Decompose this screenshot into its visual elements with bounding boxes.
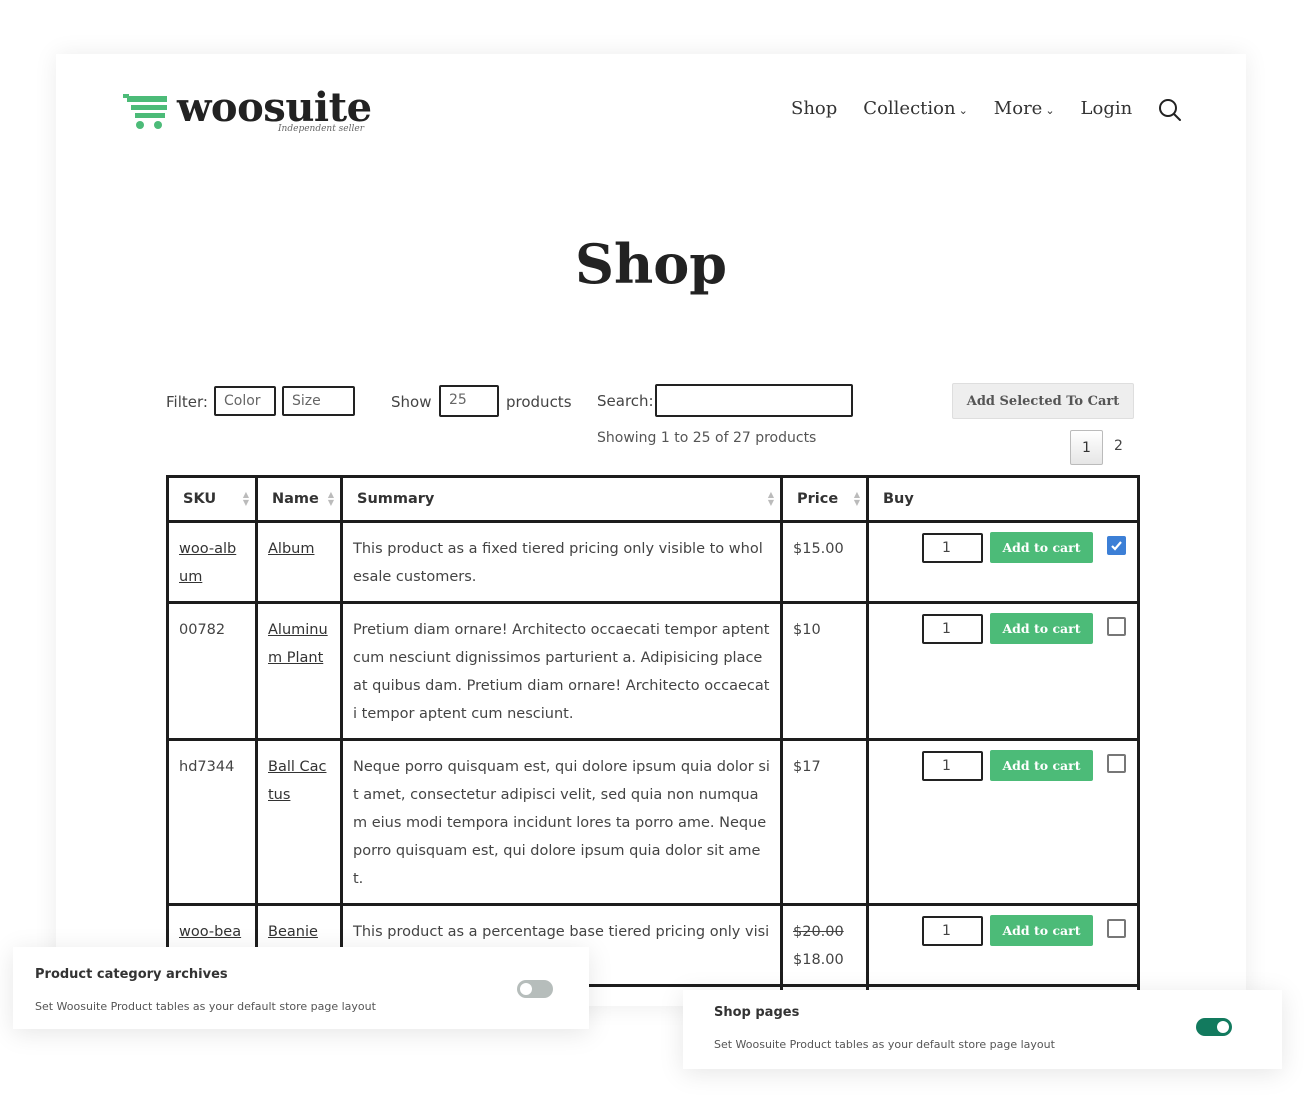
- sku-cell: 00782: [166, 601, 258, 741]
- panel-title: Shop pages: [714, 1005, 800, 1020]
- select-checkbox[interactable]: [1107, 536, 1126, 555]
- price-cell: $15.00: [780, 520, 869, 604]
- search-label: Search:: [597, 392, 654, 410]
- products-label: products: [506, 393, 572, 411]
- pagination-page-1[interactable]: 1: [1070, 430, 1103, 465]
- buy-cell: 1 Add to cart: [866, 903, 1140, 987]
- cart-logo-icon: [123, 94, 167, 129]
- panel-title: Product category archives: [35, 967, 228, 982]
- nav-more-label: More: [993, 98, 1043, 119]
- price-cell: $20.00 $18.00: [780, 903, 869, 987]
- name-cell: Album: [255, 520, 343, 604]
- sku-text: hd7344: [179, 759, 235, 775]
- add-selected-to-cart-button[interactable]: Add Selected To Cart: [952, 383, 1134, 419]
- main-nav: Shop Collection ⌄ More ⌄ Login: [791, 98, 1158, 119]
- nav-item-more[interactable]: More ⌄: [994, 98, 1055, 119]
- buy-cell: 1 Add to cart: [866, 520, 1140, 604]
- chevron-down-icon: ⌄: [958, 104, 968, 117]
- price-cell: $10: [780, 601, 869, 741]
- brand-tagline: Independent seller: [278, 124, 365, 134]
- buy-cell: 1 Add to cart: [866, 738, 1140, 906]
- price: $17: [793, 759, 821, 775]
- nav-item-shop[interactable]: Shop: [791, 98, 837, 119]
- nav-shop-label: Shop: [791, 98, 838, 119]
- product-table: SKU ▲ ▼ Name ▲ ▼ Summary ▲ ▼ Price ▲ ▼ Buy woo-a…: [166, 475, 1140, 1006]
- add-to-cart-button[interactable]: Add to cart: [990, 915, 1093, 946]
- filter-size-select[interactable]: Size: [282, 386, 355, 416]
- nav-item-login[interactable]: Login: [1081, 98, 1133, 119]
- page-title: Shop: [574, 232, 728, 296]
- page-card: woosuite Independent seller Shop Collect…: [56, 54, 1246, 1006]
- nav-login-label: Login: [1080, 98, 1133, 119]
- select-checkbox[interactable]: [1107, 617, 1126, 636]
- pagination-page-2[interactable]: 2: [1114, 438, 1123, 454]
- col-header-summary[interactable]: Summary ▲ ▼: [340, 475, 783, 523]
- category-archives-toggle[interactable]: [517, 980, 553, 998]
- sku-link[interactable]: woo-album: [179, 541, 236, 585]
- nav-collection-label: Collection: [863, 98, 956, 119]
- add-to-cart-button[interactable]: Add to cart: [990, 750, 1093, 781]
- summary-cell: Pretium diam ornare! Architecto occaecat…: [340, 601, 783, 741]
- buy-cell: 1 Add to cart: [866, 601, 1140, 741]
- page-size-select[interactable]: 25: [439, 385, 499, 417]
- price: $15.00: [793, 541, 844, 557]
- showing-count: Showing 1 to 25 of 27 products: [597, 430, 817, 446]
- quantity-input[interactable]: 1: [922, 533, 983, 563]
- show-label: Show: [391, 393, 432, 411]
- quantity-input[interactable]: 1: [922, 614, 983, 644]
- price: $10: [793, 622, 821, 638]
- price-cell: $17: [780, 738, 869, 906]
- col-header-sku[interactable]: SKU ▲ ▼: [166, 475, 258, 523]
- sort-icon: ▲ ▼: [242, 490, 249, 507]
- sort-icon: ▲ ▼: [327, 490, 334, 507]
- sku-text: 00782: [179, 622, 226, 638]
- panel-description: Set Woosuite Product tables as your defa…: [35, 1000, 376, 1013]
- table-header-row: SKU ▲ ▼ Name ▲ ▼ Summary ▲ ▼ Price ▲ ▼ Buy: [166, 475, 1140, 523]
- brand-logo[interactable]: woosuite Independent seller: [121, 84, 381, 140]
- select-checkbox[interactable]: [1107, 754, 1126, 773]
- checkmark-icon: [1111, 541, 1122, 551]
- add-to-cart-button[interactable]: Add to cart: [990, 532, 1093, 563]
- shop-pages-panel: Shop pages Set Woosuite Product tables a…: [683, 990, 1282, 1069]
- select-checkbox[interactable]: [1107, 919, 1126, 938]
- panel-description: Set Woosuite Product tables as your defa…: [714, 1038, 1055, 1051]
- filter-label: Filter:: [166, 393, 208, 411]
- filter-color-select[interactable]: Color: [214, 386, 276, 416]
- col-header-name[interactable]: Name ▲ ▼: [255, 475, 343, 523]
- table-row: woo-album Album This product as a fixed …: [166, 520, 1140, 604]
- sale-price: $18.00: [793, 952, 844, 968]
- sort-icon: ▲ ▼: [767, 490, 774, 507]
- summary-cell: Neque porro quisquam est, qui dolore ips…: [340, 738, 783, 906]
- table-row: 00782 Aluminum Plant Pretium diam ornare…: [166, 601, 1140, 741]
- category-archives-panel: Product category archives Set Woosuite P…: [13, 947, 589, 1029]
- sku-cell: woo-album: [166, 520, 258, 604]
- sku-cell: hd7344: [166, 738, 258, 906]
- product-name-link[interactable]: Ball Cactus: [268, 759, 326, 803]
- sort-icon: ▲ ▼: [853, 490, 860, 507]
- col-header-price[interactable]: Price ▲ ▼: [780, 475, 869, 523]
- regular-price: $20.00: [793, 924, 844, 940]
- product-name-link[interactable]: Aluminum Plant: [268, 622, 328, 666]
- col-header-buy: Buy: [866, 475, 1140, 523]
- table-row: hd7344 Ball Cactus Neque porro quisquam …: [166, 738, 1140, 906]
- chevron-down-icon: ⌄: [1045, 104, 1055, 117]
- nav-item-collection[interactable]: Collection ⌄: [863, 98, 968, 119]
- name-cell: Ball Cactus: [255, 738, 343, 906]
- product-name-link[interactable]: Album: [268, 541, 314, 557]
- add-to-cart-button[interactable]: Add to cart: [990, 613, 1093, 644]
- summary-cell: This product as a fixed tiered pricing o…: [340, 520, 783, 604]
- search-icon[interactable]: [1158, 98, 1182, 122]
- search-input[interactable]: [655, 384, 853, 417]
- quantity-input[interactable]: 1: [922, 751, 983, 781]
- shop-pages-toggle[interactable]: [1196, 1018, 1232, 1036]
- product-name-link[interactable]: Beanie: [268, 924, 318, 940]
- name-cell: Aluminum Plant: [255, 601, 343, 741]
- quantity-input[interactable]: 1: [922, 916, 983, 946]
